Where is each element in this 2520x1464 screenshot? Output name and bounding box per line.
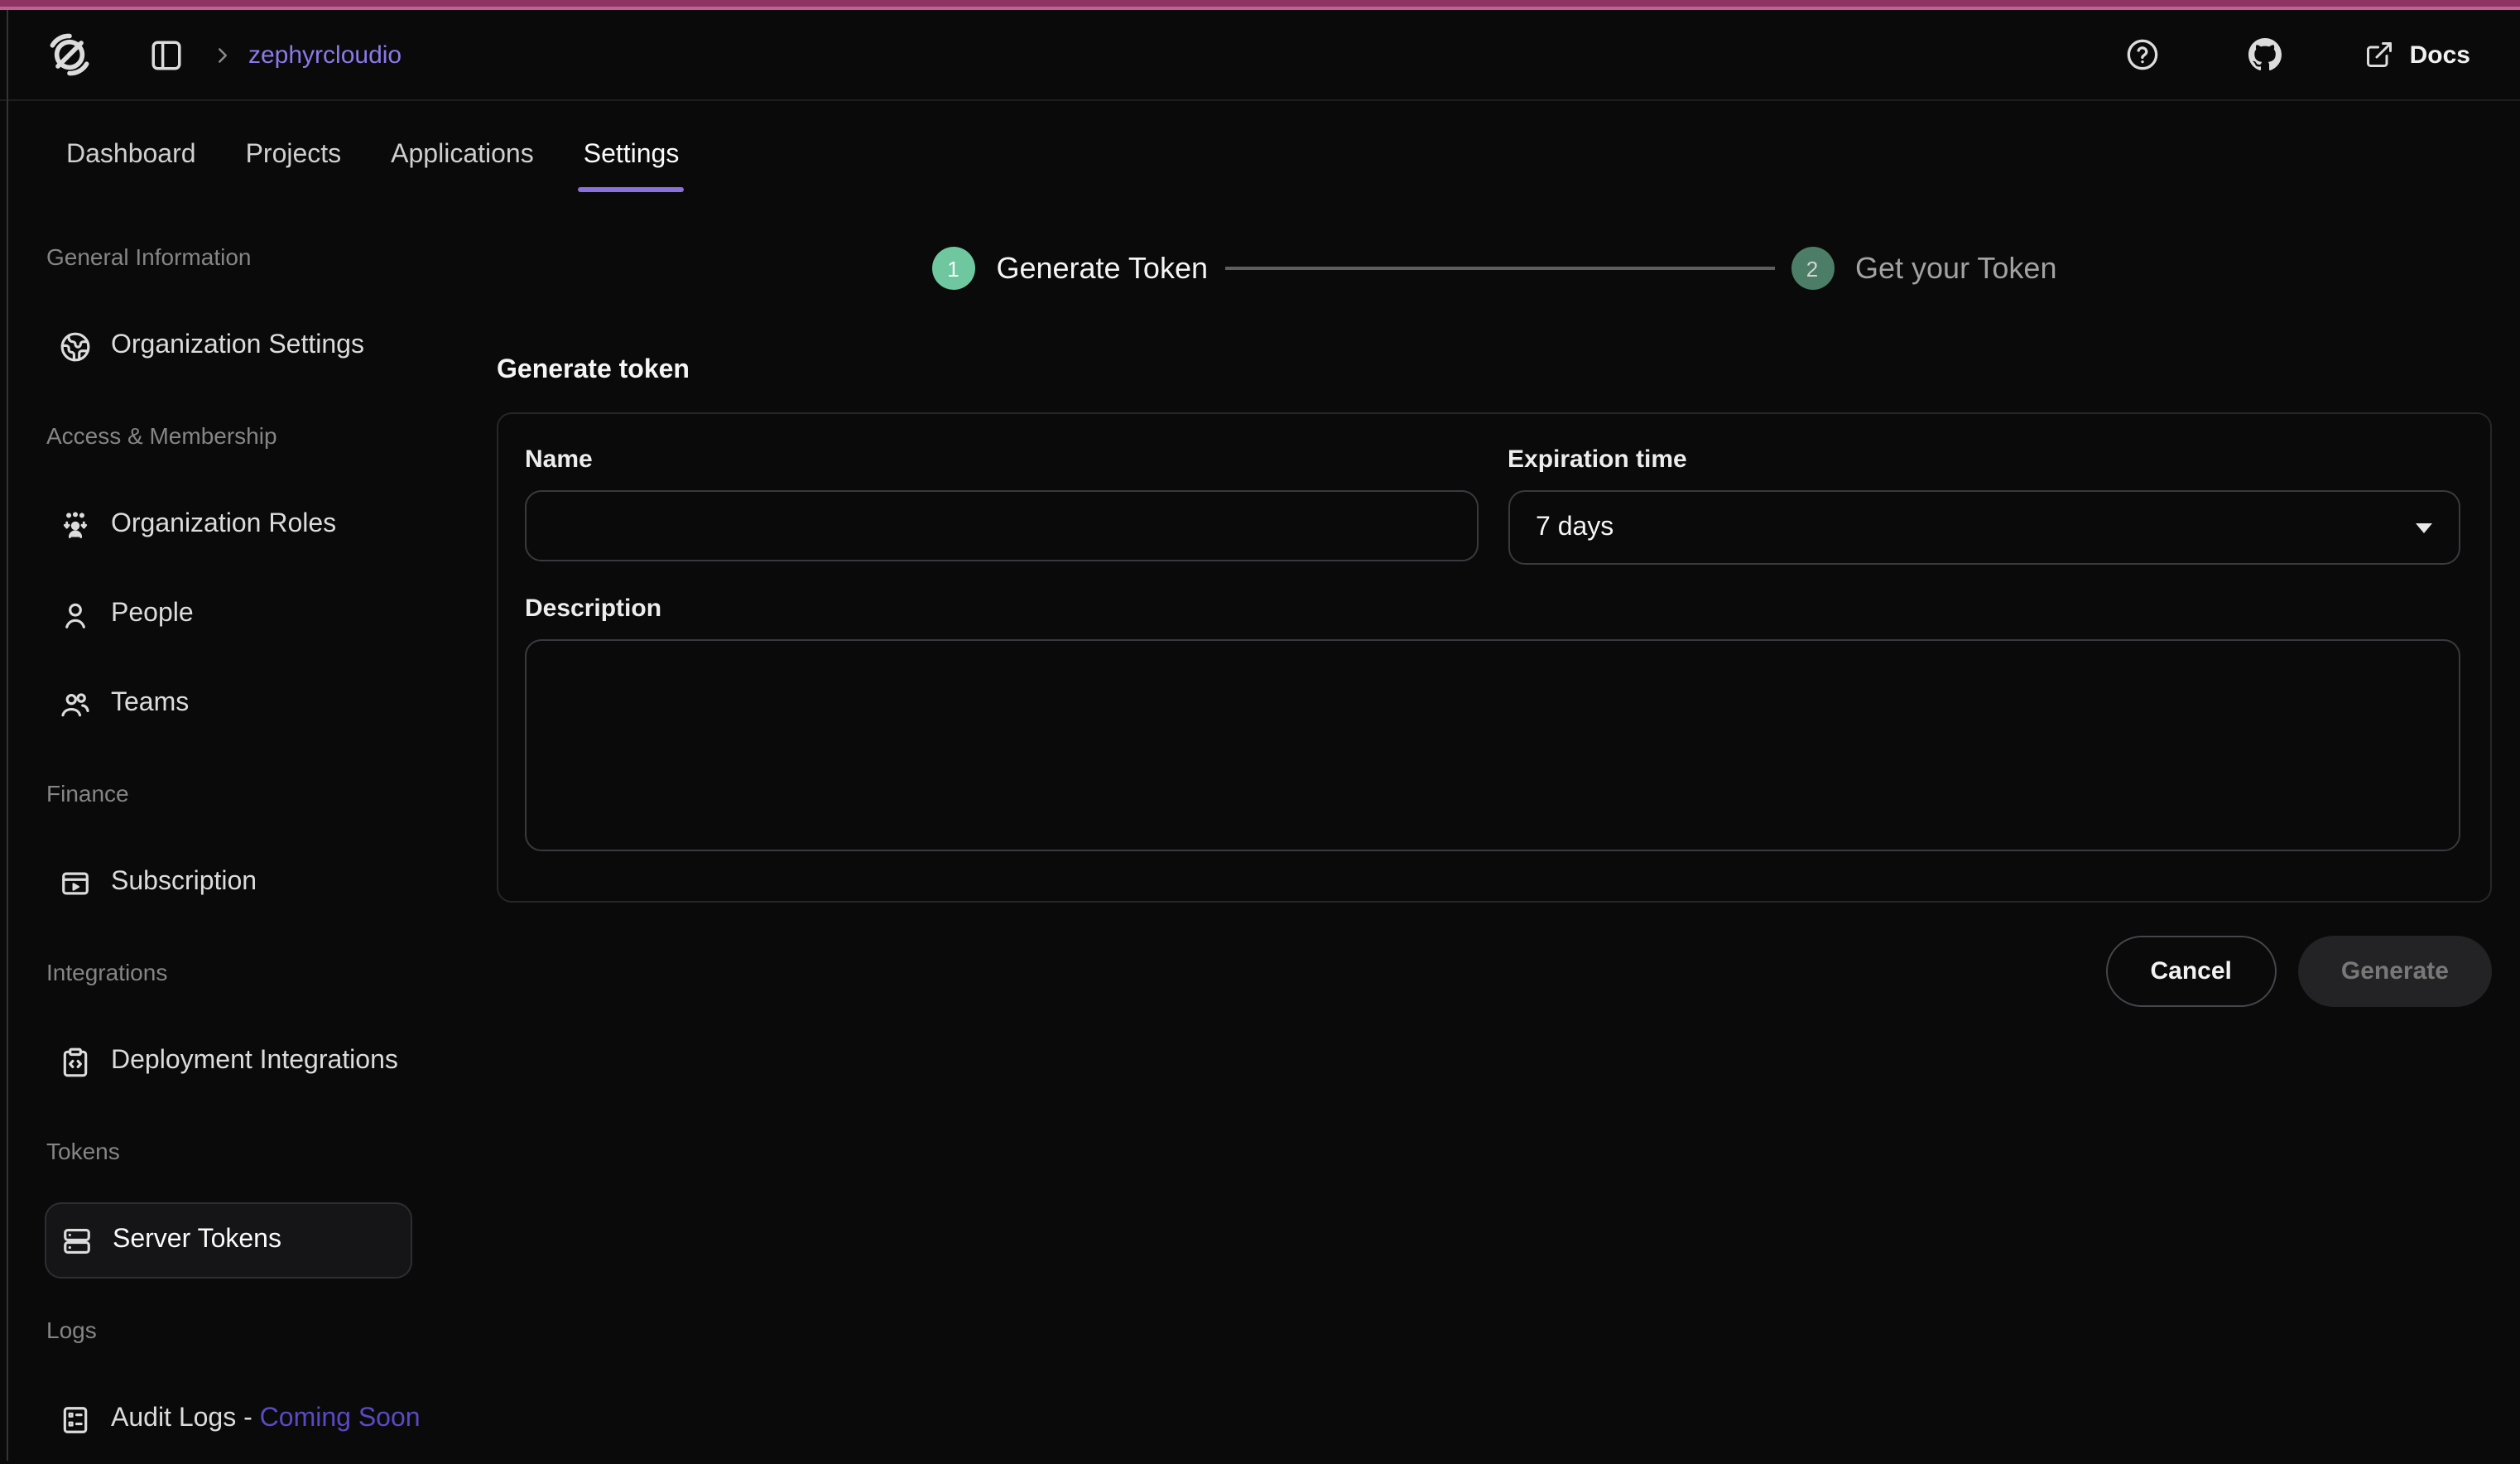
sidebar-item-label: Server Tokens — [113, 1226, 281, 1255]
settings-sidebar: General Information Organization Setting… — [0, 209, 483, 1464]
step-2-circle: 2 — [1791, 247, 1834, 290]
github-icon[interactable] — [2243, 31, 2289, 78]
sidebar-item-organization-roles[interactable]: Organization Roles — [46, 509, 336, 541]
person-icon — [60, 599, 91, 630]
sidebar-section-integrations: Integrations — [46, 959, 167, 985]
sidebar-item-label: Organization Settings — [111, 331, 364, 361]
sidebar-item-audit-logs[interactable]: Audit Logs - Coming Soon — [46, 1404, 421, 1435]
breadcrumb-org-link[interactable]: zephyrcloudio — [248, 41, 402, 69]
step-2-label: Get your Token — [1855, 251, 2057, 286]
sidebar-toggle-icon[interactable] — [142, 31, 190, 79]
step-1-label: Generate Token — [996, 251, 1208, 286]
sidebar-item-label: Subscription — [111, 868, 257, 898]
description-label: Description — [525, 595, 2460, 623]
sidebar-item-organization-settings[interactable]: Organization Settings — [46, 330, 364, 362]
sidebar-item-label: People — [111, 600, 194, 629]
sidebar-section-finance: Finance — [46, 780, 129, 807]
window-left-edge — [7, 10, 8, 1461]
server-icon — [61, 1225, 93, 1256]
cancel-button[interactable]: Cancel — [2106, 936, 2277, 1007]
name-label: Name — [525, 445, 1478, 474]
globe-icon — [60, 330, 91, 362]
sidebar-item-label: Audit Logs - Coming Soon — [111, 1404, 421, 1434]
tab-applications[interactable]: Applications — [391, 123, 534, 186]
expiration-select[interactable]: 7 days — [1508, 490, 2460, 565]
expiration-selected-value: 7 days — [1536, 513, 1613, 542]
sidebar-item-deployment-integrations[interactable]: Deployment Integrations — [46, 1046, 398, 1077]
docs-label: Docs — [2410, 41, 2470, 69]
sidebar-item-label: Deployment Integrations — [111, 1047, 398, 1076]
tab-settings[interactable]: Settings — [584, 123, 680, 186]
generate-token-title: Generate token — [497, 356, 2492, 386]
sidebar-item-teams[interactable]: Teams — [46, 688, 189, 720]
sidebar-selected-highlight: Server Tokens — [45, 1202, 412, 1279]
sidebar-item-people[interactable]: People — [46, 599, 194, 630]
token-stepper: 1 Generate Token 2 Get your Token — [497, 247, 2492, 290]
chevron-down-icon — [2416, 523, 2432, 532]
clipboard-code-icon — [60, 1046, 91, 1077]
zephyr-logo[interactable] — [43, 28, 96, 81]
step-generate-token: 1 Generate Token — [931, 247, 1208, 290]
sidebar-section-logs: Logs — [46, 1317, 97, 1343]
top-header: zephyrcloudio Do — [0, 10, 2520, 101]
main-content: 1 Generate Token 2 Get your Token Genera… — [483, 209, 2520, 1007]
expiration-time-label: Expiration time — [1508, 445, 2460, 474]
sidebar-section-tokens: Tokens — [46, 1138, 120, 1164]
sidebar-item-server-tokens[interactable]: Server Tokens — [46, 1196, 483, 1285]
form-actions: Cancel Generate — [497, 936, 2492, 1007]
tab-projects[interactable]: Projects — [246, 123, 342, 186]
sidebar-item-label: Organization Roles — [111, 510, 336, 540]
people-icon — [60, 688, 91, 720]
subscription-card-icon — [60, 867, 91, 898]
sidebar-section-access-membership: Access & Membership — [46, 422, 277, 449]
step-get-your-token: 2 Get your Token — [1791, 247, 2057, 290]
help-icon[interactable] — [2120, 31, 2167, 78]
external-link-icon — [2365, 40, 2395, 70]
org-roles-icon — [60, 509, 91, 541]
app-window: zephyrcloudio Do — [0, 0, 2520, 1461]
generate-button[interactable]: Generate — [2298, 936, 2492, 1007]
breadcrumb-chevron-icon — [210, 42, 235, 67]
window-accent-strip — [0, 0, 2520, 10]
stepper-connector-line — [1224, 267, 1774, 270]
main-nav-tabs: Dashboard Projects Applications Settings — [0, 101, 2520, 209]
sidebar-section-general-information: General Information — [46, 243, 251, 270]
step-1-circle: 1 — [931, 247, 974, 290]
sidebar-item-subscription[interactable]: Subscription — [46, 867, 257, 898]
tab-dashboard[interactable]: Dashboard — [66, 123, 196, 186]
name-input[interactable] — [525, 490, 1478, 561]
audit-log-icon — [60, 1404, 91, 1435]
coming-soon-badge: Coming Soon — [260, 1404, 421, 1433]
docs-link[interactable]: Docs — [2365, 40, 2470, 70]
sidebar-item-label: Teams — [111, 689, 189, 719]
description-textarea[interactable] — [525, 639, 2460, 851]
generate-token-form-card: Name Expiration time 7 days Descrip — [497, 412, 2492, 903]
